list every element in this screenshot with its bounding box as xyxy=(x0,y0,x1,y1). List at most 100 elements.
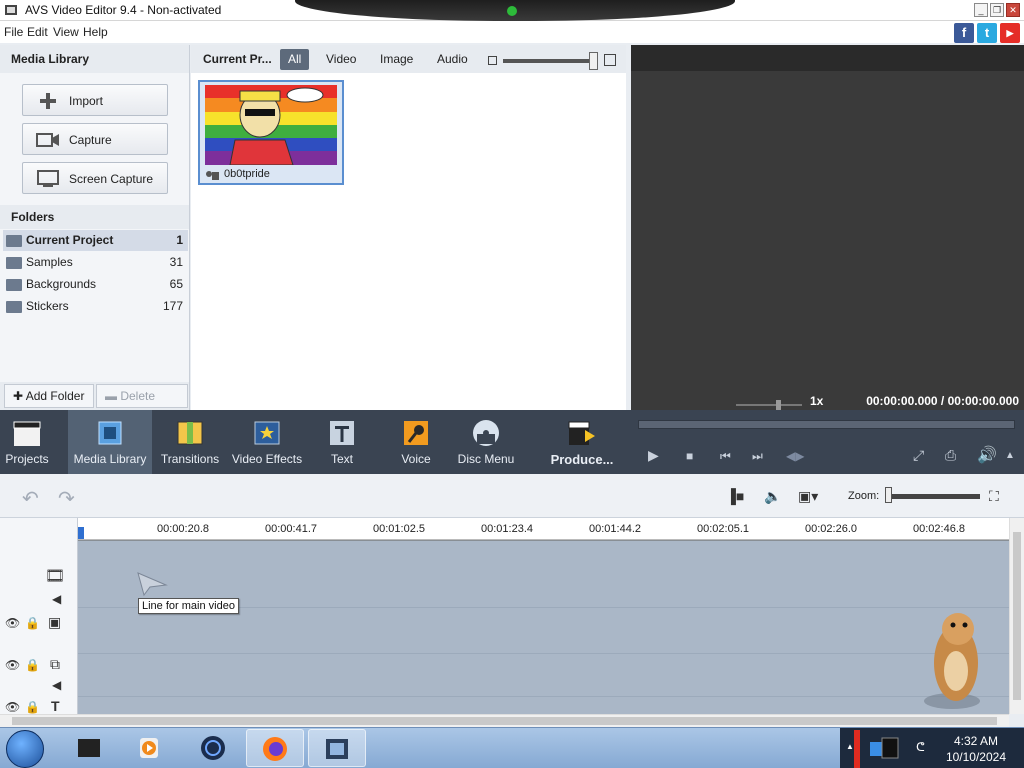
timeline-tracks[interactable] xyxy=(78,541,1009,714)
folder-stickers[interactable]: Stickers 177 xyxy=(3,296,188,317)
overlay-track-icon: ⧉ xyxy=(50,656,60,672)
youtube-icon[interactable]: ▶ xyxy=(1000,23,1020,43)
title-bar: AVS Video Editor 9.4 - Non-activated _ ❐… xyxy=(0,0,1024,21)
track-tooltip: Line for main video xyxy=(138,598,239,614)
tab-image[interactable]: Image xyxy=(372,49,421,70)
thumbnail-size-slider[interactable] xyxy=(503,59,595,63)
tab-audio[interactable]: Audio xyxy=(429,49,476,70)
play-icon[interactable]: ▶ xyxy=(648,447,659,464)
zoom-slider[interactable] xyxy=(886,494,980,499)
add-folder-button[interactable]: ✚ Add Folder xyxy=(4,384,94,408)
lock-icon[interactable]: 🔒 xyxy=(25,658,40,672)
film-icon xyxy=(326,739,348,759)
media-library-header: Media Library xyxy=(0,45,189,73)
taskbar-app-3[interactable] xyxy=(184,729,242,767)
produce-label: Produce... xyxy=(550,452,614,467)
storyboard-icon[interactable]: ▣▾ xyxy=(798,488,818,505)
fullscreen-icon[interactable]: ⤢ xyxy=(913,447,924,464)
thumbnail-small-icon[interactable] xyxy=(488,56,497,65)
menu-file[interactable]: File xyxy=(4,25,23,39)
scroll-thumb[interactable] xyxy=(12,717,997,725)
eye-icon[interactable]: 👁 xyxy=(5,700,20,714)
produce-button[interactable]: Produce... xyxy=(546,410,618,474)
screen-capture-button[interactable]: Screen Capture xyxy=(22,162,168,194)
text-button[interactable]: Text xyxy=(314,410,370,474)
globe-icon xyxy=(201,736,225,760)
voice-button[interactable]: Voice xyxy=(388,410,444,474)
disc-menu-button[interactable]: Disc Menu xyxy=(454,410,518,474)
timeline-vertical-scrollbar[interactable] xyxy=(1009,518,1024,714)
playback-speed-slider[interactable] xyxy=(736,400,802,410)
effects-track-icon: ▣ xyxy=(48,614,62,630)
eye-icon[interactable]: 👁 xyxy=(5,658,20,672)
video-effects-icon xyxy=(254,421,280,445)
lock-icon[interactable]: 🔒 xyxy=(25,616,40,630)
folder-icon xyxy=(6,279,22,291)
fit-to-window-icon[interactable]: ⛶ xyxy=(989,488,999,505)
next-frame-icon[interactable]: ⏭ xyxy=(752,449,763,464)
transitions-button[interactable]: Transitions xyxy=(158,410,222,474)
menu-view[interactable]: View xyxy=(53,25,79,39)
ruler-tick-label: 00:01:02.5 xyxy=(373,523,425,535)
clock-time: 4:32 AM xyxy=(953,734,998,748)
timeline-ruler[interactable]: 00:00:20.8 00:00:41.7 00:01:02.5 00:01:2… xyxy=(78,518,1009,541)
media-library-icon xyxy=(98,421,122,445)
delete-folder-button[interactable]: ▬ Delete Folder xyxy=(96,384,188,425)
capture-button[interactable]: Capture xyxy=(22,123,168,155)
video-effects-button[interactable]: Video Effects xyxy=(230,410,304,474)
media-library-panel: Media Library Import Capture Screen Capt… xyxy=(0,45,190,425)
folder-current-project[interactable]: Current Project 1 xyxy=(3,230,188,251)
folder-icon xyxy=(6,235,22,247)
snapshot-icon[interactable]: ⎙ xyxy=(945,447,956,464)
folder-samples[interactable]: Samples 31 xyxy=(3,252,188,273)
clock[interactable]: 4:32 AM 10/10/2024 xyxy=(946,733,1006,765)
zoom-handle[interactable] xyxy=(885,487,892,503)
undo-icon[interactable]: ↶ xyxy=(22,486,39,511)
preview-timecode: 00:00:00.000 / 00:00:00.000 xyxy=(866,394,1019,408)
mute-icon[interactable]: ◀ xyxy=(52,678,61,692)
media-library-button[interactable]: Media Library xyxy=(68,410,152,474)
projects-button[interactable]: Projects xyxy=(0,410,54,474)
redo-icon[interactable]: ↷ xyxy=(58,486,75,511)
twitter-icon[interactable]: t xyxy=(977,23,997,43)
mute-icon[interactable]: ◀ xyxy=(52,592,61,606)
tab-video[interactable]: Video xyxy=(318,49,364,70)
folder-backgrounds[interactable]: Backgrounds 65 xyxy=(3,274,188,295)
previous-frame-icon[interactable]: ⏮ xyxy=(720,449,731,464)
folder-icon xyxy=(6,257,22,269)
text-track-icon: T xyxy=(51,698,60,714)
thumbnail-large-icon[interactable] xyxy=(604,54,616,66)
scroll-thumb[interactable] xyxy=(1013,532,1021,700)
volume-icon[interactable]: 🔊 xyxy=(977,445,997,465)
restore-button[interactable]: ❐ xyxy=(990,3,1004,17)
taskbar-app-2[interactable] xyxy=(120,729,178,767)
audio-mixer-icon[interactable]: 🔈 xyxy=(764,488,781,505)
preview-seek-bar[interactable] xyxy=(638,420,1015,429)
folder-icon xyxy=(6,301,22,313)
import-button[interactable]: Import xyxy=(22,84,168,116)
taskbar-app-firefox[interactable] xyxy=(246,729,304,767)
media-item[interactable]: 0b0tpride xyxy=(198,80,344,185)
network-icon[interactable] xyxy=(868,736,908,760)
terminal-icon xyxy=(78,739,100,757)
menu-edit[interactable]: Edit xyxy=(27,25,48,39)
start-button[interactable] xyxy=(6,730,44,768)
show-hidden-icons-icon[interactable]: ▲ xyxy=(846,742,854,751)
facebook-icon[interactable]: f xyxy=(954,23,974,43)
minimize-button[interactable]: _ xyxy=(974,3,988,17)
taskbar-app-video-editor[interactable] xyxy=(308,729,366,767)
language-icon[interactable]: ᕦ xyxy=(916,740,925,754)
menu-help[interactable]: Help xyxy=(83,25,108,39)
split-icon[interactable]: ◀▶ xyxy=(786,449,804,463)
ruler-tick-label: 00:02:26.0 xyxy=(805,523,857,535)
trim-icon[interactable]: ▐■ xyxy=(726,488,744,504)
taskbar-app-1[interactable] xyxy=(60,729,118,767)
stop-icon[interactable]: ■ xyxy=(686,449,693,463)
chevron-up-icon[interactable]: ▲ xyxy=(1005,450,1015,461)
thumbnail-size-handle[interactable] xyxy=(589,52,598,70)
lock-icon[interactable]: 🔒 xyxy=(25,700,40,714)
close-button[interactable]: ✕ xyxy=(1006,3,1020,17)
timeline-horizontal-scrollbar[interactable] xyxy=(0,714,1009,727)
eye-icon[interactable]: 👁 xyxy=(5,616,20,630)
tab-all[interactable]: All xyxy=(280,49,310,70)
